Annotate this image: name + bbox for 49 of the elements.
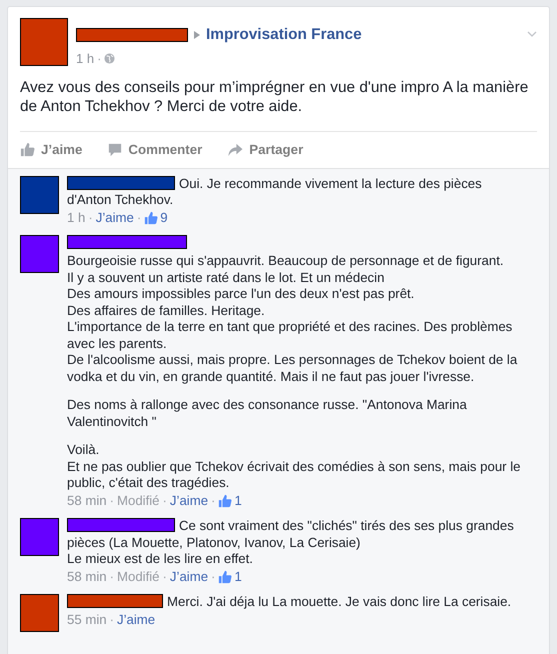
post-text: Avez vous des conseils pour m’imprégner en vue d'une impro A la manière de Anton Tchekhov ? Merci de votre aide.: [19, 78, 530, 116]
thumbs-up-icon: [218, 494, 232, 508]
avatar[interactable]: [20, 18, 68, 66]
speech-bubble-icon: [108, 142, 122, 157]
group-link[interactable]: Improvisation France: [206, 23, 362, 46]
edited-label: Modifié: [117, 568, 160, 586]
avatar[interactable]: [20, 518, 59, 556]
edited-label: Modifié: [117, 492, 160, 510]
separator-dot: ·: [110, 492, 114, 510]
separator-dot: ·: [162, 568, 167, 586]
thumbs-up-icon: [20, 142, 35, 158]
triangle-icon: [194, 30, 200, 39]
share-button[interactable]: Partager: [228, 140, 304, 160]
timestamp[interactable]: 55 min: [67, 612, 107, 628]
timestamp[interactable]: 1 h: [76, 49, 94, 69]
separator-dot: ·: [110, 568, 114, 586]
like-button[interactable]: J’aime: [20, 140, 82, 160]
like-count[interactable]: 1: [234, 568, 242, 586]
timestamp[interactable]: 1 h: [67, 210, 86, 226]
comment-text: Oui. Je recommande vivement la lecture des pièces d'Anton Tchekhov.: [67, 176, 482, 208]
comment-text: Ce sont vraiment des "clichés" tirés des ses plus grandes pièces (La Mouette, Platonov, Ivanov, La Cerisaie) Le mieux est de les lire en effet.: [67, 518, 514, 566]
like-link[interactable]: J’aime: [170, 568, 208, 586]
thumbs-up-icon: [218, 570, 232, 584]
like-link[interactable]: J’aime: [170, 492, 208, 510]
timestamp[interactable]: 58 min: [67, 568, 107, 586]
avatar[interactable]: [20, 235, 59, 274]
comment-text: Bourgeoisie russe qui s'appauvrit. Beaucoup de personnage et de figurant. Il y a souvent un artiste raté dans le lot. Et un médecin Des amours impossibles parce l'un des deux n'est pas prêt. Des affaires de familles. Heritage. L'importance de la terre en tant que propriété et des racines. Des problèmes avec les parents. De l'alcoolisme aussi, mais propre. Les personnages de Tchekov boient de la vodka et du vin, en grande quantité. Mais il ne faut pas jouer l'ivresse.: [67, 253, 518, 384]
like-link[interactable]: J’aime: [96, 210, 134, 226]
separator-dot: ·: [136, 210, 142, 226]
separator-dot: ·: [88, 210, 93, 226]
like-link[interactable]: J’aime: [117, 612, 156, 628]
comment-text: Merci. J'ai déja lu La mouette. Je vais donc lire La cerisaie.: [167, 594, 512, 610]
separator-dot: ·: [211, 568, 216, 586]
separator-dot: ·: [97, 50, 102, 68]
thumbs-up-icon: [144, 210, 158, 225]
comment-text: Des noms à rallonge avec des consonance russe. "Antonova Marina Valentinovitch ": [67, 397, 467, 429]
avatar[interactable]: [20, 594, 59, 632]
like-count[interactable]: 9: [160, 210, 168, 226]
globe-icon: [104, 53, 116, 64]
timestamp[interactable]: 58 min: [67, 492, 107, 510]
comment-button[interactable]: Commenter: [108, 140, 202, 160]
like-count[interactable]: 1: [234, 492, 242, 510]
separator-dot: ·: [211, 492, 216, 510]
separator-dot: ·: [162, 492, 167, 510]
avatar[interactable]: [20, 176, 59, 214]
comment-text: Voilà. Et ne pas oublier que Tchekov écrivait des comédies à son sens, mais pour le public, c'était des tragédies.: [67, 442, 521, 490]
separator-dot: ·: [110, 612, 114, 628]
chevron-down-icon[interactable]: [527, 31, 537, 37]
share-arrow-icon: [228, 142, 244, 157]
